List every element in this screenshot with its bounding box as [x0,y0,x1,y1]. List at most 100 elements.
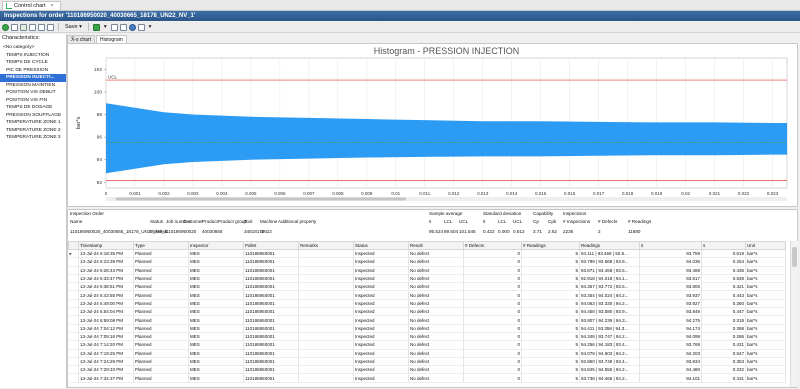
table-cell: 0 [463,257,522,267]
characteristic-item[interactable]: TEMPERATURE ZONE 1 [0,119,66,127]
table-cell: Planned [133,299,189,309]
column-header[interactable]: Unit [745,241,786,250]
column-header[interactable]: Status [353,241,409,250]
print-icon[interactable] [29,23,36,31]
table-cell: MES [188,357,244,367]
table-cell: Planned [133,373,189,383]
characteristic-item[interactable]: TEMPS DE CYCLE [0,59,66,67]
table-cell: bar*s [745,365,786,375]
table-row[interactable]: 13-Jul-24 6:43:55 PM Planned MES 1101869500… [68,290,786,300]
column-header[interactable]: x̄ [639,241,702,250]
table-cell: 93.871 | 93.468 | 93.5... [579,266,640,275]
table-row[interactable]: 13-Jul-24 7:34:37 PM Planned MES 1101869500… [68,373,786,383]
table-row[interactable]: 13-Jul-24 6:49:00 PM Planned MES 1101869500… [68,299,786,309]
table-row[interactable]: 13-Jul-24 6:33:47 PM Planned MES 1101869500… [68,274,786,284]
x-tick-label: 0.008 [332,191,344,196]
table-row[interactable]: ▸ 13-Jul-24 6:18:35 PM Planned MES 110186950… [68,249,786,259]
characteristic-item[interactable]: TEMPS DE DOSAGE [0,104,66,112]
characteristic-item[interactable]: PIC DE PRESSION [0,67,66,75]
table-row[interactable]: 13-Jul-24 7:29:33 PM Planned MES 1101869500… [68,365,786,375]
chevron-down-icon[interactable]: ▾ [147,24,154,30]
column-header[interactable]: Type [133,241,189,250]
characteristic-item[interactable]: TEMPS INJECTION [0,52,66,60]
column-header[interactable]: Readings [579,241,640,250]
column-header[interactable]: Remarks [298,241,354,250]
excel-icon[interactable] [20,23,27,31]
scrollbar-thumb[interactable] [792,247,797,267]
table-cell: bar*s [745,299,786,309]
window-tab[interactable]: Control chart × [2,1,61,10]
copy-icon[interactable] [38,23,45,31]
table-cell [68,315,79,325]
pie-icon[interactable] [128,23,136,31]
table-cell: MES [188,349,244,358]
column-header[interactable]: Pallet [243,241,299,250]
table-row[interactable]: 13-Jul-24 6:23:39 PM Planned MES 1101869500… [68,257,786,267]
characteristic-item[interactable]: PRESSION MAINTIEN [0,82,66,90]
close-icon[interactable]: × [51,3,54,9]
x-tick-label: 0 [105,191,108,196]
table-cell: 94.357 | 93.772 | 93.5... [579,282,640,292]
x-tick-label: 0.003 [187,191,199,196]
characteristic-item[interactable]: TEMPERATURE ZONE 3 [0,134,66,142]
inspection-order-column-header: Customer [183,219,203,224]
column-header[interactable]: # Readings [521,241,580,250]
green-circle-icon[interactable] [2,23,9,31]
table-row[interactable]: 13-Jul-24 6:59:08 PM Planned MES 1101869500… [68,315,786,325]
grid-scrollbar[interactable] [790,241,798,387]
column-header[interactable]: Result [408,241,464,250]
characteristic-item[interactable]: PRESSION SOUFFLAGE [0,112,66,120]
lines-icon[interactable] [137,23,145,31]
table-row[interactable]: 13-Jul-24 7:04:12 PM Planned MES 1101869500… [68,324,786,333]
characteristic-item[interactable]: POSITION VIS DEBUT [0,89,66,97]
inspection-order-value: 11680 [628,229,641,234]
table-cell: 0 [463,266,522,275]
column-header[interactable] [68,241,79,250]
table-cell [68,365,79,375]
table-cell: 0.360 [701,299,746,309]
table-cell: 0 [463,274,522,284]
table-row[interactable]: 13-Jul-24 7:14:20 PM Planned MES 1101869500… [68,340,786,350]
table-cell: 13-Jul-24 7:24:29 PM [78,357,134,367]
table-row[interactable]: 13-Jul-24 7:09:16 PM Planned MES 1101869500… [68,332,786,342]
table-row[interactable]: 13-Jul-24 7:19:25 PM Planned MES 1101869500… [68,349,786,358]
table-cell: 13-Jul-24 6:54:04 PM [78,307,134,317]
characteristic-item[interactable]: <No category> [0,44,66,52]
table-row[interactable]: 13-Jul-24 6:38:51 PM Planned MES 1101869500… [68,282,786,292]
column-header[interactable]: # Defects [463,241,522,250]
inspection-order-value: 89.504 [444,229,459,234]
table-cell: 13-Jul-24 7:34:37 PM [78,373,134,383]
table-cell: 13-Jul-24 6:28:43 PM [78,266,134,275]
table-cell: 0 [463,365,522,375]
sound-icon[interactable] [119,23,127,31]
color-icon[interactable] [110,23,118,31]
characteristic-item[interactable]: TEMPERATURE ZONE 2 [0,127,66,135]
table-cell: bar*s [745,274,786,284]
x-tick-label: 0.004 [216,191,228,196]
chevron-down-icon[interactable]: ▾ [102,24,109,30]
chart-icon[interactable] [92,23,100,31]
table-cell: 0.447 [701,307,746,317]
refresh-icon[interactable] [47,23,54,31]
characteristic-item[interactable]: POSITION VIS FIN [0,97,66,105]
characteristic-item[interactable]: PRESSION INJECTI... [0,74,66,82]
table-cell: Planned [133,315,189,325]
table-cell: 5 [521,324,580,333]
table-cell: 94.111 | 93.468 | 92.8... [579,249,640,259]
column-header[interactable]: s [701,241,746,250]
table-row[interactable]: 13-Jul-24 6:28:43 PM Planned MES 1101869500… [68,266,786,275]
inspection-order-column-header: UCL [459,219,469,224]
window-tab-bar: Control chart × [0,0,800,11]
table-row[interactable]: 13-Jul-24 7:24:29 PM Planned MES 1101869500… [68,357,786,367]
table-cell: Planned [133,340,189,350]
inspection-order-value: 2236 [563,229,574,234]
toolbar-separator [87,23,89,31]
column-header[interactable]: Timestamp [78,241,134,250]
save-button[interactable]: Save ▾ [63,24,84,30]
column-header[interactable]: Inspector [188,241,244,250]
x-tick-label: 0.007 [303,191,315,196]
table-cell: bar*s [745,349,786,358]
table-row[interactable]: 13-Jul-24 6:54:04 PM Planned MES 1101869500… [68,307,786,317]
inspection-order-column-header: Tool [244,219,253,224]
doc-icon[interactable] [11,23,18,31]
